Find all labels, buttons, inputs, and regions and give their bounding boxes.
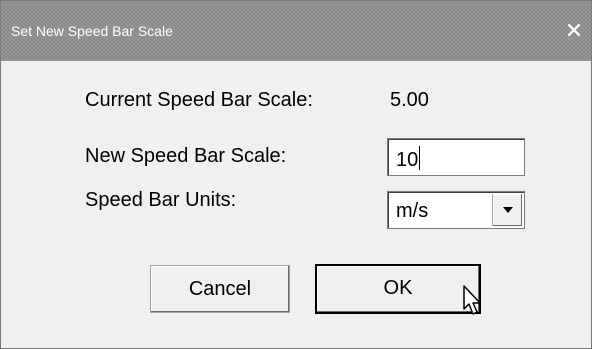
dialog-window: Set New Speed Bar Scale ✕ Current Speed … bbox=[0, 0, 592, 349]
close-icon[interactable]: ✕ bbox=[557, 15, 591, 47]
units-label: Speed Bar Units: bbox=[85, 189, 237, 211]
title-bar[interactable]: Set New Speed Bar Scale ✕ bbox=[1, 1, 591, 61]
dropdown-button[interactable] bbox=[492, 194, 522, 226]
current-scale-value: 5.00 bbox=[390, 89, 429, 111]
new-scale-input[interactable]: 10 bbox=[387, 138, 525, 176]
window-title: Set New Speed Bar Scale bbox=[11, 23, 173, 39]
cancel-button[interactable]: Cancel bbox=[150, 265, 290, 313]
ok-button[interactable]: OK bbox=[315, 264, 481, 314]
text-caret bbox=[419, 146, 421, 170]
units-select[interactable]: m/s bbox=[387, 191, 525, 229]
new-scale-input-text: 10 bbox=[396, 146, 421, 172]
new-scale-label: New Speed Bar Scale: bbox=[85, 145, 287, 167]
units-select-value: m/s bbox=[396, 200, 429, 222]
mouse-pointer-icon bbox=[463, 285, 481, 315]
current-scale-label: Current Speed Bar Scale: bbox=[85, 89, 313, 111]
chevron-down-icon bbox=[503, 207, 513, 213]
